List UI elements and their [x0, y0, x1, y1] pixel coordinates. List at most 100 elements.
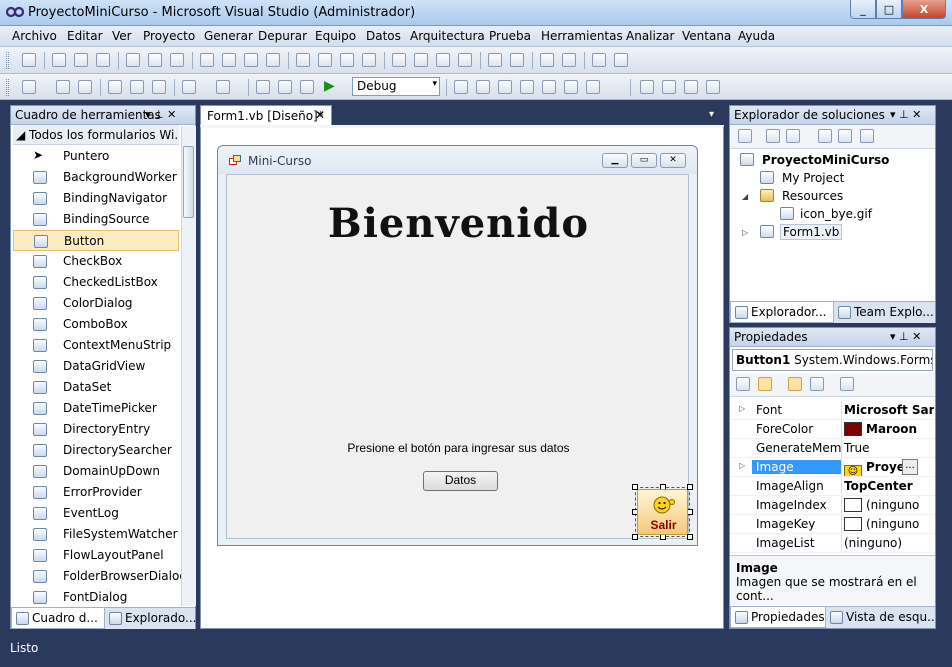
align-to-grid-icon[interactable]	[22, 53, 36, 67]
property-value[interactable]: Maroon	[844, 422, 934, 436]
toolbox-item-dataset[interactable]: DataSet	[13, 377, 179, 398]
tab-server-explorer[interactable]: Explorado...	[105, 608, 195, 629]
start-debugging-icon[interactable]	[300, 80, 314, 94]
property-row-font[interactable]: ▷ Font Microsoft Sar	[730, 401, 935, 420]
property-value[interactable]: ☺ Proye	[844, 460, 934, 476]
menu-prueba[interactable]: Prueba	[489, 29, 531, 43]
solution-explorer-icon[interactable]	[476, 80, 490, 94]
toolbox-item-errorprovider[interactable]: ErrorProvider	[13, 482, 179, 503]
run-icon[interactable]: ▶	[324, 78, 335, 94]
tab-order-icon[interactable]	[592, 53, 606, 67]
maximize-button[interactable]: □	[876, 0, 902, 19]
properties-icon[interactable]	[738, 129, 752, 143]
align-bottoms-icon[interactable]	[170, 53, 184, 67]
toolbox-item-bindingnavigator[interactable]: BindingNavigator	[13, 188, 179, 209]
toolbox-item-folderbrowserdialog[interactable]: FolderBrowserDialog	[13, 566, 187, 587]
expand-triangle-icon[interactable]: ▷	[739, 404, 745, 413]
toolbox-item-backgroundworker[interactable]: BackgroundWorker	[13, 167, 179, 188]
menu-datos[interactable]: Datos	[366, 29, 401, 43]
object-selector[interactable]: Button1 System.Windows.Forms.B	[732, 349, 933, 371]
cut-icon[interactable]	[108, 80, 122, 94]
expand-triangle-icon[interactable]: ▷	[739, 461, 745, 470]
toolbox-item-flowlayoutpanel[interactable]: FlowLayoutPanel	[13, 545, 179, 566]
toolbox-item-puntero[interactable]: ➤ Puntero	[13, 146, 179, 167]
solution-configuration-select[interactable]: Debug ▾	[352, 77, 440, 96]
command-window-icon[interactable]	[586, 80, 600, 94]
comment-icon[interactable]	[640, 80, 654, 94]
tab-form1-design[interactable]: Form1.vb [Diseño]* ✕	[200, 105, 332, 126]
menu-ayuda[interactable]: Ayuda	[738, 29, 775, 43]
alphabetical-icon[interactable]	[758, 377, 772, 391]
close-button[interactable]: X	[902, 0, 946, 19]
grid-divider[interactable]	[841, 420, 842, 438]
events-icon[interactable]	[810, 377, 824, 391]
align-lefts-icon[interactable]	[52, 53, 66, 67]
grid-divider[interactable]	[841, 439, 842, 457]
vertical-spacing-equal-icon[interactable]	[392, 53, 406, 67]
toolbox-group-header[interactable]: ◢ Todos los formularios Wi...	[13, 125, 179, 145]
ellipsis-button[interactable]: ...	[902, 459, 918, 475]
toolbox-item-bindingsource[interactable]: BindingSource	[13, 209, 179, 230]
center-horizontally-icon[interactable]	[488, 53, 502, 67]
property-pages-icon[interactable]	[840, 377, 854, 391]
toolbox-item-datetimepicker[interactable]: DateTimePicker	[13, 398, 179, 419]
close-tab-icon[interactable]: ✕	[315, 108, 325, 122]
designed-form[interactable]: Mini-Curso ▁ ▭ ✕ Bienvenido Presione el …	[217, 145, 698, 546]
toolbox-item-checkedlistbox[interactable]: CheckedListBox	[13, 272, 179, 293]
menu-depurar[interactable]: Depurar	[258, 29, 307, 43]
resize-handle[interactable]	[632, 534, 638, 540]
toolbox-item-checkbox[interactable]: CheckBox	[13, 251, 179, 272]
grid-divider[interactable]	[841, 477, 842, 495]
toolbox-icon[interactable]	[542, 80, 556, 94]
menu-archivo[interactable]: Archivo	[12, 29, 57, 43]
align-rights-icon[interactable]	[96, 53, 110, 67]
property-value[interactable]: Microsoft Sar	[844, 403, 934, 417]
tab-solution-explorer[interactable]: Explorador...	[730, 302, 834, 323]
property-value[interactable]: (ninguno)	[844, 536, 934, 550]
lock-controls-icon[interactable]	[614, 53, 628, 67]
horizontal-spacing-equal-icon[interactable]	[296, 53, 310, 67]
view-code-icon[interactable]	[818, 129, 832, 143]
document-list-dropdown-icon[interactable]: ▾	[709, 109, 714, 120]
grid-divider[interactable]	[841, 515, 842, 533]
form-client-area[interactable]: Bienvenido Presione el botón para ingres…	[226, 174, 693, 540]
toolbox-item-colordialog[interactable]: ColorDialog	[13, 293, 179, 314]
property-row-imagekey[interactable]: ImageKey (ninguno	[730, 515, 935, 534]
align-middles-icon[interactable]	[148, 53, 162, 67]
toolbar-grip[interactable]	[6, 79, 9, 96]
grid-divider[interactable]	[841, 496, 842, 514]
tab-properties[interactable]: Propiedades	[730, 607, 826, 628]
property-row-generatememb[interactable]: GenerateMemb True	[730, 439, 935, 458]
align-centers-icon[interactable]	[74, 53, 88, 67]
scrollbar-thumb[interactable]	[183, 146, 194, 218]
vertical-spacing-decrease-icon[interactable]	[436, 53, 450, 67]
make-same-width-icon[interactable]	[200, 53, 214, 67]
tab-toolbox[interactable]: Cuadro d...	[11, 608, 105, 629]
tab-team-explorer[interactable]: Team Explo...	[834, 302, 935, 323]
horizontal-spacing-increase-icon[interactable]	[318, 53, 332, 67]
toolbox-item-combobox[interactable]: ComboBox	[13, 314, 179, 335]
send-to-back-icon[interactable]	[562, 53, 576, 67]
find-in-files-icon[interactable]	[454, 80, 468, 94]
class-diagram-icon[interactable]	[860, 129, 874, 143]
undo-icon[interactable]	[182, 80, 196, 94]
property-value[interactable]: (ninguno	[844, 517, 934, 531]
grid-divider[interactable]	[841, 458, 842, 476]
grid-divider[interactable]	[841, 534, 842, 552]
grid-divider[interactable]	[841, 401, 842, 419]
object-browser-icon[interactable]	[520, 80, 534, 94]
salir-button[interactable]: Salir	[637, 489, 688, 535]
paste-icon[interactable]	[152, 80, 166, 94]
toolbar-grip[interactable]	[6, 52, 9, 69]
extension-manager-icon[interactable]	[706, 80, 720, 94]
pin-icon[interactable]: ▾ ⊥ ✕	[145, 108, 176, 121]
align-tops-icon[interactable]	[126, 53, 140, 67]
welcome-heading[interactable]: Bienvenido	[227, 200, 690, 247]
bring-to-front-icon[interactable]	[540, 53, 554, 67]
save-icon[interactable]	[56, 80, 70, 94]
menu-proyecto[interactable]: Proyecto	[143, 29, 195, 43]
menu-analizar[interactable]: Analizar	[626, 29, 674, 43]
make-same-size-icon[interactable]	[244, 53, 258, 67]
center-vertically-icon[interactable]	[510, 53, 524, 67]
new-project-icon[interactable]	[22, 80, 36, 94]
